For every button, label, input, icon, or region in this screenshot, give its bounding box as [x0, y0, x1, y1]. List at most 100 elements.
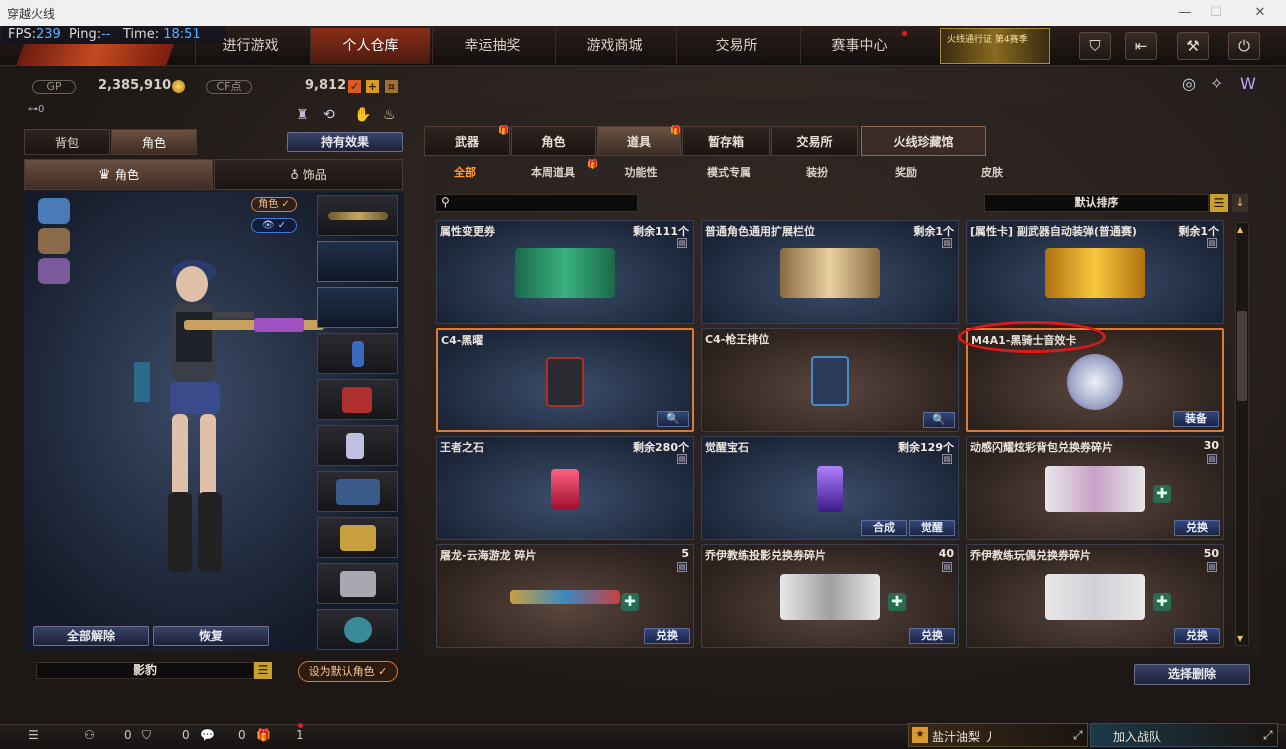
gift-icon[interactable]: ♜: [296, 107, 309, 123]
awaken-button[interactable]: 觉醒: [909, 520, 955, 536]
battle-pass-banner[interactable]: 火线通行证 第4赛季: [940, 28, 1050, 64]
recharge-plus-button[interactable]: +: [366, 80, 379, 93]
sort-direction-icon[interactable]: ↓: [1232, 194, 1248, 212]
rtab-character[interactable]: 角色: [511, 126, 596, 156]
subtab-all[interactable]: 全部: [440, 164, 490, 182]
list-menu-icon[interactable]: ☰: [254, 662, 272, 679]
nav-tab-exchange[interactable]: 交易所: [676, 28, 796, 64]
item-card[interactable]: 普通角色通用扩展栏位 剩余1个 ▤: [701, 220, 959, 324]
nav-tab-shop[interactable]: 游戏商城: [555, 28, 673, 64]
item-card[interactable]: C4-黑曜 🔍: [436, 328, 694, 432]
subtab-accessories[interactable]: ♁ 饰品: [214, 159, 403, 190]
restore-button[interactable]: 恢复: [153, 626, 269, 646]
character-tag[interactable]: 角色 ✓: [251, 197, 297, 212]
slot-ammo[interactable]: [317, 471, 398, 512]
item-action-button[interactable]: 兑换: [1174, 520, 1220, 536]
item-action-button[interactable]: 兑换: [644, 628, 690, 644]
search-input[interactable]: ⚲: [435, 194, 638, 212]
player-card[interactable]: ★ 盐汁油梨 丿 ⤢: [908, 723, 1088, 747]
item-card[interactable]: 动感闪耀炫彩背包兑换券碎片 30 ▤ ✚ 兑换: [966, 436, 1224, 540]
coin-bag-icon[interactable]: ¤: [385, 80, 398, 93]
owned-effects-button[interactable]: 持有效果: [287, 132, 403, 152]
nav-tab-lottery[interactable]: 幸运抽奖: [432, 28, 552, 64]
character-name-field[interactable]: 影豹: [36, 662, 254, 679]
lock-icon[interactable]: ▤: [1207, 454, 1217, 464]
rtab-storage-box[interactable]: 暂存箱: [682, 126, 770, 156]
item-card[interactable]: 属性变更券 剩余111个 ▤: [436, 220, 694, 324]
scroll-down-icon[interactable]: ▼: [1237, 634, 1243, 643]
subtab-cosmetic[interactable]: 装扮: [795, 164, 839, 182]
magnify-icon[interactable]: 🔍: [657, 411, 689, 427]
set-default-character-button[interactable]: 设为默认角色 ✓: [298, 661, 398, 682]
expand-icon[interactable]: ⤢: [1073, 728, 1083, 743]
subtab-reward[interactable]: 奖励: [884, 164, 928, 182]
rtab-collection[interactable]: 火线珍藏馆: [861, 126, 986, 156]
item-card[interactable]: C4-枪王排位 🔍: [701, 328, 959, 432]
slot-grenade[interactable]: [317, 333, 398, 374]
close-icon[interactable]: ✕: [1250, 3, 1270, 23]
gift-box-icon[interactable]: 🎁: [256, 728, 271, 742]
shield-icon[interactable]: ⛉: [1079, 32, 1111, 60]
lock-icon[interactable]: ▤: [942, 238, 952, 248]
friends-icon[interactable]: ⚇: [84, 728, 95, 742]
lock-icon[interactable]: ▤: [677, 454, 687, 464]
wrench-icon[interactable]: ⚒: [1177, 32, 1209, 60]
lock-icon[interactable]: ▤: [677, 562, 687, 572]
sparkle-icon[interactable]: ✧: [1210, 74, 1223, 93]
bag-icon[interactable]: ♨: [383, 107, 396, 123]
skill-wing-icon[interactable]: [38, 198, 70, 224]
scroll-up-icon[interactable]: ▲: [1237, 225, 1243, 234]
nav-tab-storage[interactable]: 个人仓库: [310, 28, 430, 64]
w-logo-icon[interactable]: W: [1240, 74, 1256, 93]
item-card[interactable]: 觉醒宝石 剩余129个 ▤ 合成 觉醒: [701, 436, 959, 540]
item-card[interactable]: 乔伊教练投影兑换券碎片 40 ▤ ✚ 兑换: [701, 544, 959, 648]
tab-character[interactable]: 角色: [111, 129, 197, 155]
slot-backpack[interactable]: [317, 379, 398, 420]
subtab-skin[interactable]: 皮肤: [970, 164, 1014, 182]
lock-icon[interactable]: ▤: [942, 454, 952, 464]
combine-button[interactable]: 合成: [861, 520, 907, 536]
return-icon[interactable]: ⇤: [1125, 32, 1157, 60]
select-delete-button[interactable]: 选择删除: [1134, 664, 1250, 685]
slot-primary-weapon[interactable]: [317, 195, 398, 236]
hand-icon[interactable]: ✋: [354, 107, 371, 123]
join-expand-icon[interactable]: ⤢: [1263, 728, 1273, 743]
nav-tab-play[interactable]: 进行游戏: [195, 28, 305, 64]
subtab-character[interactable]: ♛ 角色: [24, 159, 213, 190]
globe-icon[interactable]: ◎: [1182, 74, 1196, 93]
subtab-mode[interactable]: 模式专属: [700, 164, 758, 182]
scroll-thumb[interactable]: [1237, 311, 1247, 401]
subtab-weekly[interactable]: 本周道具: [520, 164, 586, 182]
skill-eagle-icon[interactable]: [38, 228, 70, 254]
menu-list-icon[interactable]: ☰: [28, 728, 39, 742]
slot-secondary-weapon[interactable]: [317, 241, 398, 282]
chat-icon[interactable]: 💬: [200, 728, 215, 742]
unequip-all-button[interactable]: 全部解除: [33, 626, 149, 646]
minimize-icon[interactable]: —: [1175, 3, 1195, 23]
lock-icon[interactable]: ▤: [1207, 562, 1217, 572]
item-card[interactable]: 王者之石 剩余280个 ▤: [436, 436, 694, 540]
magnify-icon[interactable]: 🔍: [923, 412, 955, 428]
visibility-tag[interactable]: 👁 ✓: [251, 218, 297, 233]
item-card[interactable]: 屠龙-云海游龙 碎片 5 ▤ ✚ 兑换: [436, 544, 694, 648]
slot-pet-gold[interactable]: [317, 517, 398, 558]
slot-melee[interactable]: [317, 287, 398, 328]
item-action-button[interactable]: 兑换: [909, 628, 955, 644]
sort-list-icon[interactable]: ☰: [1210, 194, 1228, 212]
lock-icon[interactable]: ▤: [677, 238, 687, 248]
power-icon[interactable]: ⏻: [1228, 32, 1260, 60]
slot-ring[interactable]: [317, 609, 398, 650]
join-team-card[interactable]: 加入战队 ⤢: [1090, 723, 1278, 747]
slot-pet-silver[interactable]: [317, 563, 398, 604]
lock-icon[interactable]: ▤: [1207, 238, 1217, 248]
clan-icon[interactable]: ⛉: [142, 728, 151, 743]
lock-icon[interactable]: ▤: [942, 562, 952, 572]
sort-dropdown[interactable]: 默认排序: [984, 194, 1209, 212]
rtab-exchange[interactable]: 交易所: [771, 126, 858, 156]
nav-tab-events[interactable]: 赛事中心: [800, 28, 918, 64]
rtab-items[interactable]: 道具: [597, 126, 681, 156]
item-card[interactable]: [属性卡] 副武器自动装弹(普通赛) 剩余1个 ▤: [966, 220, 1224, 324]
item-card[interactable]: 乔伊教练玩偶兑换券碎片 50 ▤ ✚ 兑换: [966, 544, 1224, 648]
subtab-functional[interactable]: 功能性: [615, 164, 667, 182]
scrollbar[interactable]: ▲ ▼: [1235, 222, 1249, 646]
